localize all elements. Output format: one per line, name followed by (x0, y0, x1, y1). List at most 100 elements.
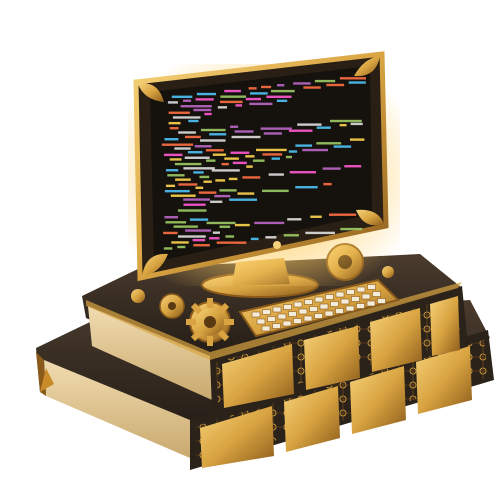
code-token (285, 155, 292, 159)
code-token (206, 159, 216, 162)
code-token (245, 155, 255, 158)
code-token (163, 153, 183, 157)
code-token (288, 129, 313, 132)
code-token (189, 218, 209, 221)
code-token (305, 231, 335, 235)
code-token (185, 229, 212, 232)
code-token (234, 223, 250, 227)
code-token (276, 99, 288, 103)
code-token (268, 173, 284, 176)
keyboard-key (361, 293, 371, 300)
keyboard-key (288, 311, 297, 317)
code-token (165, 221, 187, 224)
code-token (212, 231, 220, 234)
code-token (248, 87, 257, 90)
code-token (188, 119, 199, 123)
code-token (169, 158, 182, 161)
keyboard-key (277, 313, 287, 320)
code-token (211, 169, 240, 172)
code-token (350, 122, 363, 126)
keyboard-key (319, 303, 329, 310)
code-token (326, 83, 345, 87)
code-token (263, 132, 282, 135)
code-token (198, 191, 217, 194)
code-token (260, 127, 292, 130)
keyboard-key (324, 310, 334, 317)
code-token (194, 145, 212, 148)
code-token (246, 165, 253, 168)
code-token (178, 183, 198, 186)
code-token (177, 245, 186, 249)
code-token (277, 84, 285, 87)
code-token (177, 209, 207, 212)
code-token (230, 125, 239, 128)
code-token (235, 104, 243, 107)
keyboard-key (309, 306, 318, 312)
keyboard-key (335, 291, 345, 298)
keyboard-key (377, 298, 386, 304)
code-token (217, 106, 228, 109)
code-token (323, 182, 332, 186)
keyboard-key (256, 318, 266, 325)
keyboard-key (298, 308, 308, 315)
code-token (165, 184, 176, 188)
code-token (168, 111, 190, 114)
keyboard-key (262, 309, 271, 315)
code-token (252, 159, 265, 162)
code-token (196, 92, 216, 96)
code-token (163, 247, 173, 250)
code-token (199, 175, 210, 179)
code-token (195, 98, 214, 101)
code-token (283, 234, 299, 237)
code-token (344, 165, 362, 168)
code-token (302, 148, 328, 152)
code-token (169, 127, 179, 130)
code-token (249, 92, 268, 95)
code-token (210, 200, 223, 203)
code-token (203, 180, 212, 183)
code-token (245, 97, 262, 101)
code-token (225, 235, 235, 238)
code-token (174, 147, 191, 150)
code-token (330, 119, 362, 123)
code-token (163, 231, 178, 235)
code-token (234, 130, 254, 133)
code-token (178, 235, 206, 238)
code-token (209, 237, 220, 240)
code-token (200, 139, 226, 142)
code-token (221, 162, 229, 166)
code-token (195, 186, 204, 189)
code-token (220, 95, 247, 98)
keyboard-key (304, 299, 313, 305)
keyboard-key (335, 308, 344, 314)
code-token (224, 89, 241, 93)
keyboard-key (303, 315, 313, 322)
code-token (232, 161, 247, 165)
code-token (183, 167, 215, 170)
code-token (328, 213, 357, 216)
code-token (237, 192, 255, 195)
code-token (200, 128, 226, 132)
code-token (170, 194, 196, 197)
keyboard-key (251, 311, 261, 318)
monitor (128, 51, 400, 298)
code-token (295, 144, 313, 147)
code-token (340, 227, 363, 231)
code-token (249, 102, 273, 106)
code-token (161, 143, 194, 146)
code-token (164, 138, 179, 141)
code-token (216, 241, 247, 244)
code-token (230, 151, 250, 154)
code-token (204, 112, 212, 116)
code-token (184, 135, 201, 139)
code-token (262, 153, 283, 156)
code-token (164, 216, 179, 219)
code-token (183, 198, 210, 201)
code-token (184, 156, 210, 159)
code-token (231, 135, 261, 139)
keyboard-key (293, 318, 302, 324)
gear-icon (186, 298, 234, 346)
code-token (183, 99, 192, 102)
code-token (295, 186, 318, 189)
keyboard-key (372, 291, 381, 297)
